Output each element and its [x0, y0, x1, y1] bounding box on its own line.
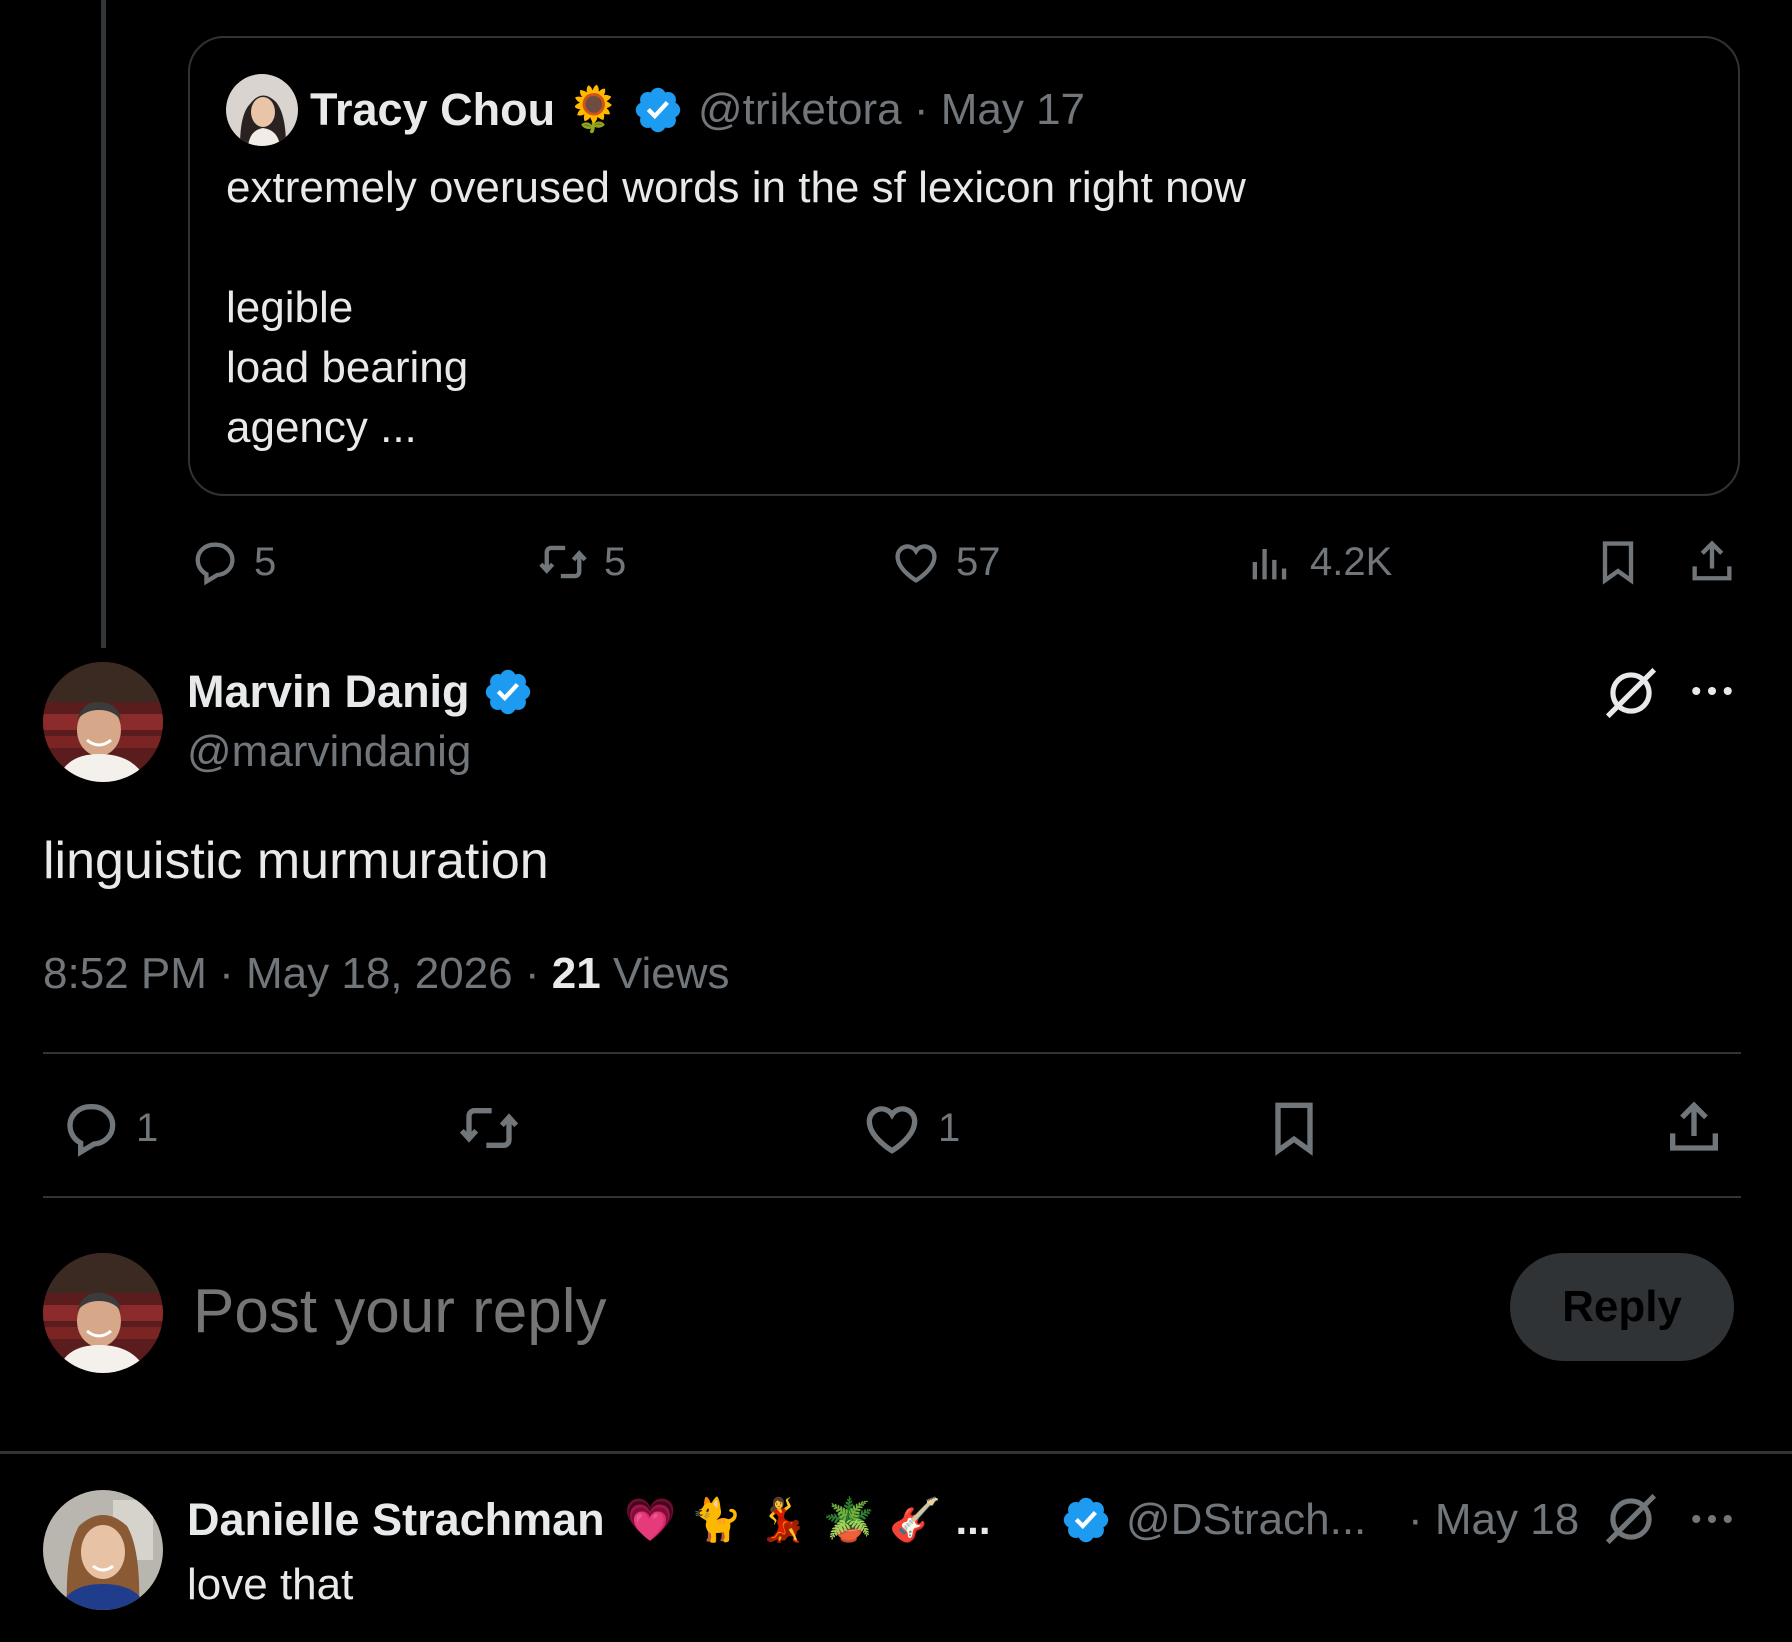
- reply-author-handle[interactable]: @DStrach...: [1126, 1490, 1366, 1550]
- separator-dot: ·: [524, 949, 540, 998]
- reply-count: 1: [136, 1105, 159, 1150]
- more-options-icon[interactable]: [1685, 664, 1739, 718]
- post-metadata: 8:52 PM · May 18, 2026 · 21 Views: [43, 944, 730, 1004]
- current-user-avatar[interactable]: [43, 1253, 163, 1373]
- grok-icon[interactable]: [1600, 1488, 1662, 1550]
- quoted-author-avatar[interactable]: [226, 74, 298, 146]
- post-text: linguistic murmuration: [43, 832, 549, 890]
- quoted-author-handle[interactable]: @triketora: [698, 85, 902, 134]
- author-handle[interactable]: @marvindanig: [187, 722, 471, 782]
- bookmark-icon: [1602, 541, 1634, 585]
- author-avatar[interactable]: [43, 662, 163, 782]
- repost-icon: [459, 1108, 519, 1148]
- grok-icon[interactable]: [1600, 662, 1662, 724]
- more-options-icon[interactable]: [1685, 1492, 1739, 1546]
- bookmark-button[interactable]: [1262, 1096, 1326, 1160]
- repost-button[interactable]: [456, 1096, 522, 1160]
- quoted-post-text: extremely overused words in the sf lexic…: [226, 163, 1246, 452]
- reply-author-avatar[interactable]: [43, 1490, 163, 1610]
- divider: [43, 1052, 1741, 1054]
- author-name[interactable]: Marvin Danig: [187, 662, 470, 722]
- name-emojis: 💗🐈💃🪴🎸: [624, 1496, 956, 1543]
- quoted-author-name[interactable]: Tracy Chou: [310, 82, 555, 138]
- quoted-post-date[interactable]: May 17: [941, 85, 1085, 134]
- share-button[interactable]: [1686, 536, 1738, 588]
- verified-badge-icon[interactable]: [482, 666, 534, 718]
- like-count: 57: [956, 539, 1001, 584]
- reply-count: 5: [254, 539, 277, 584]
- reply-input[interactable]: [193, 1272, 1093, 1352]
- share-button[interactable]: [1662, 1096, 1726, 1160]
- bookmark-button[interactable]: [1592, 536, 1644, 588]
- verified-badge-icon[interactable]: [1060, 1494, 1112, 1546]
- reply-icon: [67, 1104, 116, 1157]
- repost-icon: [539, 545, 587, 579]
- reply-author-name[interactable]: Danielle Strachman: [187, 1490, 605, 1550]
- heart-icon: [866, 1106, 918, 1154]
- like-action[interactable]: 1: [860, 1096, 960, 1160]
- quoted-author-handle-and-date[interactable]: @triketora · May 17: [698, 82, 1085, 138]
- bookmark-icon: [1275, 1102, 1313, 1156]
- verified-badge-icon[interactable]: [632, 84, 684, 136]
- post-time[interactable]: 8:52 PM: [43, 949, 207, 998]
- separator-dot: ·: [219, 949, 234, 998]
- post-views-label: Views: [612, 949, 730, 998]
- section-divider: [0, 1451, 1792, 1454]
- like-action[interactable]: 57: [890, 536, 1001, 588]
- post-views-count: 21: [551, 949, 601, 998]
- heart-icon: [895, 544, 937, 583]
- repost-count: 5: [604, 539, 627, 584]
- reply-author-emojis: 💗🐈💃🪴🎸...: [624, 1490, 991, 1550]
- views-count: 4.2K: [1310, 539, 1393, 584]
- share-icon: [1692, 540, 1732, 581]
- repost-action[interactable]: 5: [536, 536, 626, 588]
- reply-action[interactable]: 1: [58, 1096, 158, 1160]
- views-action[interactable]: 4.2K: [1244, 536, 1392, 588]
- separator-dot: ·: [913, 85, 929, 134]
- thread-connector-line: [101, 0, 106, 648]
- reply-action[interactable]: 5: [188, 536, 276, 588]
- like-count: 1: [938, 1105, 961, 1150]
- share-icon: [1670, 1101, 1718, 1151]
- divider: [43, 1196, 1741, 1198]
- analytics-icon: [1252, 549, 1287, 580]
- sunflower-emoji: 🌻: [566, 85, 621, 134]
- reply-post-date[interactable]: · May 18: [1408, 1490, 1579, 1550]
- post-date[interactable]: May 18, 2026: [246, 949, 513, 998]
- reply-button[interactable]: Reply: [1510, 1253, 1734, 1361]
- name-ellipsis: ...: [955, 1496, 991, 1543]
- reply-post-text: love that: [187, 1560, 354, 1609]
- reply-icon: [195, 542, 235, 586]
